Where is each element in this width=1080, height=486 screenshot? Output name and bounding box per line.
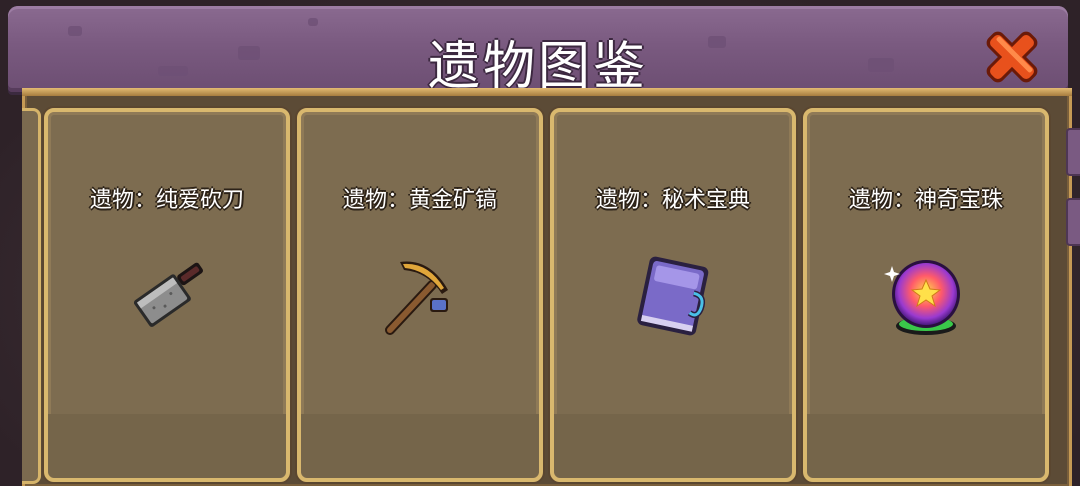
relic-card-spellbook[interactable]: 遗物：秘术宝典 xyxy=(550,108,796,482)
relic-card-orb[interactable]: 遗物：神奇宝珠 xyxy=(803,108,1049,482)
side-tab-top[interactable] xyxy=(1066,128,1080,176)
title-banner: 遗物图鉴 xyxy=(8,6,1068,97)
orb-icon xyxy=(884,260,960,335)
relic-card-pickaxe[interactable]: 遗物：黄金矿镐 xyxy=(297,108,543,482)
cleaver-icon xyxy=(133,262,204,327)
pickaxe-icon xyxy=(385,261,448,335)
relic-card-cleaver[interactable]: 遗物：纯爱砍刀 xyxy=(44,108,290,482)
spellbook-icon xyxy=(637,256,709,336)
side-tab-bottom[interactable] xyxy=(1066,198,1080,246)
panel-frame-top xyxy=(22,88,1072,96)
relic-name: 遗物：神奇宝珠 xyxy=(848,188,1003,213)
relic-name: 遗物：秘术宝典 xyxy=(595,188,750,213)
close-x-icon xyxy=(986,31,1038,83)
relic-name: 遗物：黄金矿镐 xyxy=(342,188,497,213)
close-button[interactable] xyxy=(980,28,1044,86)
partial-card-left xyxy=(22,108,41,484)
relic-name: 遗物：纯爱砍刀 xyxy=(89,188,244,213)
